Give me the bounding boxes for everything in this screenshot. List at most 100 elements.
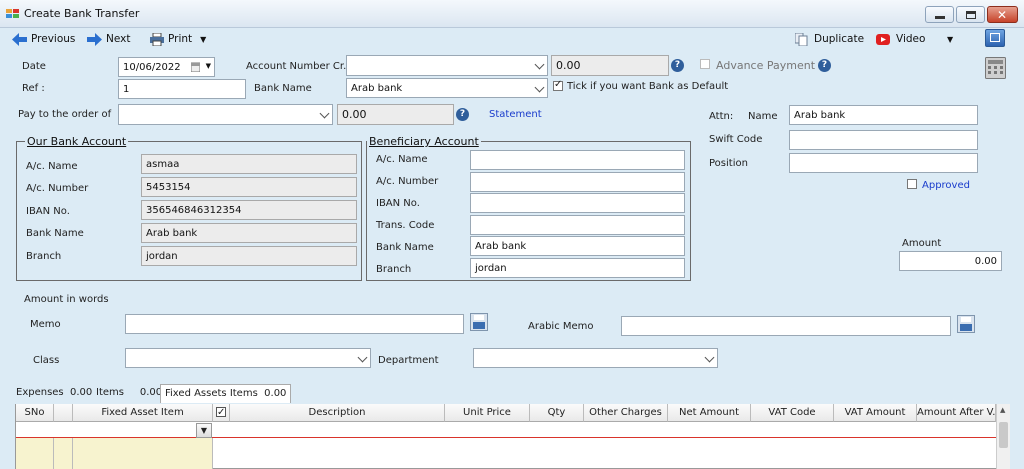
our-bank-name-field: Arab bank [141,223,357,243]
tab-fixed-assets-value: 0.00 [264,388,287,399]
calculator-icon[interactable] [985,57,1006,79]
tab-expenses-label: Expenses [16,387,64,398]
bank-name-combo[interactable]: Arab bank [346,78,548,98]
tab-items[interactable]: Items 0.00 [92,384,166,403]
close-button[interactable]: ✕ [987,6,1018,23]
approved-label[interactable]: Approved [922,180,970,191]
ref-label: Ref : [22,83,45,94]
our-ac-name-field: asmaa [141,154,357,174]
position-input[interactable] [789,153,978,173]
col-qty[interactable]: Qty [530,404,584,422]
advance-payment-label: Advance Payment [716,59,816,72]
memo-input[interactable] [125,314,464,334]
account-number-cr-label: Account Number Cr. [246,61,347,72]
approved-checkbox[interactable] [907,179,917,189]
amount-in-words-label: Amount in words [24,294,109,305]
grid-item-dropdown-icon[interactable]: ▼ [196,423,212,438]
position-label: Position [709,158,748,169]
ben-bank-name-input[interactable]: Arab bank [470,236,685,256]
col-sno[interactable]: SNo [16,404,54,422]
advance-payment-checkbox[interactable] [700,59,710,69]
col-amount-after-vat[interactable]: Amount After V... [917,404,996,422]
tab-expenses[interactable]: Expenses 0.00 [12,384,96,403]
class-label: Class [33,355,60,366]
ben-branch-input[interactable]: jordan [470,258,685,278]
tab-items-value: 0.00 [139,387,163,398]
attn-name-label: Name [748,111,778,122]
amount-label: Amount [902,238,942,249]
ben-trans-code-label: Trans. Code [376,220,435,231]
swift-code-label: Swift Code [709,134,763,145]
account-number-cr-combo[interactable] [346,55,548,76]
date-picker[interactable]: 10/06/2022 ▼ [118,57,215,77]
col-vat-amount[interactable]: VAT Amount [834,404,917,422]
memo-label: Memo [30,319,61,330]
check-icon: ✓ [554,79,563,90]
arabic-memo-save-icon[interactable] [957,315,975,333]
arabic-memo-label: Arabic Memo [528,321,594,332]
ben-ac-number-input[interactable] [470,172,685,192]
next-button[interactable]: Next [87,31,130,47]
chevron-down-icon [534,82,545,93]
restore-panel-button[interactable] [985,29,1005,47]
check-icon: ✓ [217,407,226,418]
date-value: 10/06/2022 [123,61,181,73]
ben-bank-name-label: Bank Name [376,242,434,253]
dropdown-arrow-icon: ▼ [200,34,207,44]
advance-payment-help-icon[interactable]: ? [818,59,831,72]
window-title: Create Bank Transfer [24,7,140,20]
grid-item-cell[interactable] [73,438,213,469]
ben-ac-name-input[interactable] [470,150,685,170]
scrollbar-thumb[interactable] [999,422,1008,448]
col-unit-price[interactable]: Unit Price [445,404,530,422]
beneficiary-title: Beneficiary Account [367,135,481,148]
amount-input[interactable]: 0.00 [899,251,1002,271]
duplicate-button[interactable]: Duplicate [795,31,864,47]
department-combo[interactable] [473,348,718,368]
col-other-charges[interactable]: Other Charges [584,404,668,422]
class-combo[interactable] [125,348,371,368]
select-all-checkbox[interactable]: ✓ [216,407,226,418]
col-net-amount[interactable]: Net Amount [668,404,751,422]
memo-save-icon[interactable] [470,313,488,331]
chevron-down-icon [319,108,330,119]
col-description[interactable]: Description [230,404,445,422]
attn-name-input[interactable]: Arab bank [789,105,978,125]
help-icon[interactable]: ? [671,59,684,72]
tab-fixed-assets[interactable]: Fixed Assets Items 0.00 [160,384,292,403]
our-bank-name-label: Bank Name [26,228,84,239]
our-branch-label: Branch [26,251,62,262]
print-button[interactable]: Print ▼ [150,31,206,47]
restore-panel-icon [990,33,1000,42]
restore-icon [966,11,976,19]
pay-to-combo[interactable] [118,104,333,125]
pay-to-help-icon[interactable]: ? [456,108,469,121]
arabic-memo-input[interactable] [621,316,951,336]
grid-sno-cell [16,438,54,469]
video-dropdown-icon[interactable]: ▼ [947,31,953,47]
swift-code-input[interactable] [789,130,978,150]
grid-edit-row[interactable] [16,422,996,438]
col-vat-code[interactable]: VAT Code [751,404,834,422]
ben-iban-label: IBAN No. [376,198,420,209]
restore-button[interactable] [956,6,985,23]
calendar-icon [191,62,200,72]
col-select[interactable]: ✓ [213,404,230,422]
duplicate-label: Duplicate [814,33,865,45]
default-bank-checkbox[interactable]: ✓ [553,79,563,91]
attn-label: Attn: [709,111,734,122]
date-label: Date [22,61,46,72]
minimize-button[interactable] [925,6,954,23]
previous-button[interactable]: Previous [12,31,75,47]
col-flag[interactable] [54,404,73,422]
grid-vertical-scrollbar[interactable]: ▲ [996,404,1010,469]
statement-link[interactable]: Statement [489,109,542,120]
ref-input[interactable]: 1 [118,79,246,99]
ben-trans-code-input[interactable] [470,215,685,235]
scroll-up-icon[interactable]: ▲ [1000,406,1005,414]
ben-iban-input[interactable] [470,193,685,213]
video-button[interactable]: Video [876,31,925,47]
department-label: Department [378,355,439,366]
tab-fixed-assets-label: Fixed Assets Items [165,388,258,399]
col-fixed-asset-item[interactable]: Fixed Asset Item [73,404,213,422]
